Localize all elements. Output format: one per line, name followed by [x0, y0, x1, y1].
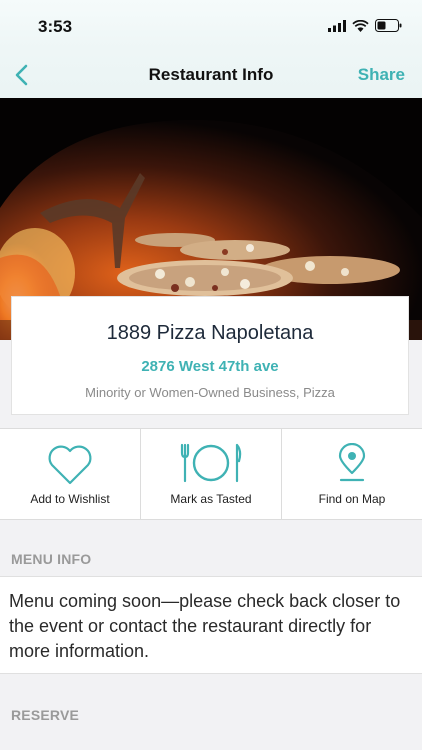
- battery-icon: [375, 19, 402, 32]
- navigation-bar: Restaurant Info Share: [0, 50, 422, 98]
- map-pin-icon: [338, 443, 366, 482]
- restaurant-info-card: 1889 Pizza Napoletana 2876 West 47th ave…: [11, 296, 409, 415]
- add-to-wishlist-label: Add to Wishlist: [30, 492, 110, 506]
- mark-as-tasted-button[interactable]: Mark as Tasted: [141, 429, 282, 519]
- add-to-wishlist-button[interactable]: Add to Wishlist: [0, 429, 141, 519]
- find-on-map-button[interactable]: Find on Map: [282, 429, 422, 519]
- status-time: 3:53: [38, 17, 73, 36]
- restaurant-address-link[interactable]: 2876 West 47th ave: [12, 358, 408, 375]
- share-button[interactable]: Share: [358, 65, 405, 85]
- status-bar: 3:53: [0, 0, 422, 50]
- menu-info-text: Menu coming soon—please check back close…: [0, 576, 422, 674]
- find-on-map-label: Find on Map: [318, 492, 386, 506]
- restaurant-name: 1889 Pizza Napoletana: [106, 322, 314, 344]
- wifi-icon: [352, 19, 369, 32]
- plate-utensils-icon: [180, 443, 242, 483]
- mark-as-tasted-label: Mark as Tasted: [170, 492, 252, 506]
- action-bar: Add to Wishlist Mark as Tasted Find on M…: [0, 428, 422, 520]
- cellular-signal-icon: [328, 19, 346, 32]
- reserve-header: RESERVE: [11, 707, 80, 723]
- restaurant-categories: Minority or Women-Owned Business, Pizza: [85, 385, 335, 400]
- status-icons: [328, 19, 402, 32]
- heart-icon: [48, 445, 92, 485]
- menu-info-header: MENU INFO: [11, 551, 92, 567]
